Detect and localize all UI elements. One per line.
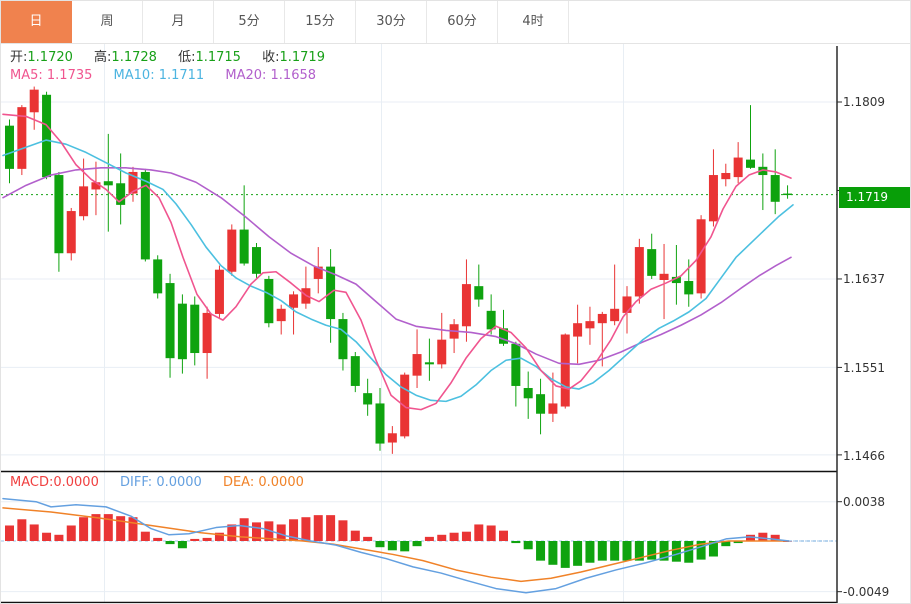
ma-readout: MA5: 1.1735 MA10: 1.1711 MA20: 1.1658 <box>10 68 333 83</box>
high-label: 高: <box>94 50 112 65</box>
last-price-badge: 1.1719 <box>839 187 910 208</box>
ma5-readout: MA5: 1.1735 <box>10 68 92 83</box>
tab-60min[interactable]: 60分 <box>427 1 498 43</box>
open-readout: 开:1.1720 <box>10 50 73 65</box>
tab-month[interactable]: 月 <box>143 1 214 43</box>
low-label: 低: <box>178 50 196 65</box>
ma20-value: 1.1658 <box>270 68 317 83</box>
ma5-label: MA5: <box>10 68 43 83</box>
price-axis-label: 1.1551 <box>843 361 885 375</box>
diff-value: 0.0000 <box>156 475 202 490</box>
macd-value-readout: MACD:0.0000 <box>10 475 99 490</box>
diff-value-readout: DIFF: 0.0000 <box>120 475 202 490</box>
tab-15min[interactable]: 15分 <box>285 1 356 43</box>
close-readout: 收:1.1719 <box>262 50 325 65</box>
price-axis-label: 1.1637 <box>843 272 885 286</box>
dea-value: 0.0000 <box>258 475 304 490</box>
price-axis-label: 1.1809 <box>843 95 885 109</box>
ma10-label: MA10: <box>113 68 155 83</box>
period-tabbar: 日 周 月 5分 15分 30分 60分 4时 <box>1 1 910 44</box>
open-label: 开: <box>10 50 28 65</box>
low-value: 1.1715 <box>195 50 241 65</box>
ohlc-readout: 开:1.1720 高:1.1728 低:1.1715 收:1.1719 <box>10 46 342 65</box>
dea-label: DEA: <box>222 475 255 490</box>
close-value: 1.1719 <box>279 50 325 65</box>
diff-label: DIFF: <box>120 475 153 490</box>
ma10-readout: MA10: 1.1711 <box>114 68 205 83</box>
open-value: 1.1720 <box>27 50 73 65</box>
dea-value-readout: DEA: 0.0000 <box>223 475 304 490</box>
high-value: 1.1728 <box>111 50 157 65</box>
chart-canvas[interactable] <box>1 1 911 604</box>
macd-axis-label: 0.0038 <box>843 495 885 509</box>
tab-week[interactable]: 周 <box>72 1 143 43</box>
ma20-readout: MA20: 1.1658 <box>225 68 316 83</box>
price-axis-label: 1.1466 <box>843 449 885 463</box>
macd-readout: MACD:0.0000 DIFF: 0.0000 DEA: 0.0000 <box>10 475 321 490</box>
tab-4hour[interactable]: 4时 <box>498 1 569 43</box>
ma10-value: 1.1711 <box>158 68 205 83</box>
high-readout: 高:1.1728 <box>94 50 157 65</box>
tab-5min[interactable]: 5分 <box>214 1 285 43</box>
ma5-value: 1.1735 <box>46 68 93 83</box>
tab-day[interactable]: 日 <box>1 1 72 43</box>
low-readout: 低:1.1715 <box>178 50 241 65</box>
macd-label: MACD: <box>10 475 54 490</box>
close-label: 收: <box>262 50 280 65</box>
ma20-label: MA20: <box>225 68 267 83</box>
kline-chart-app: 日 周 月 5分 15分 30分 60分 4时 开:1.1720 高:1.172… <box>0 0 911 604</box>
macd-value: 0.0000 <box>53 475 99 490</box>
macd-axis-label: -0.0049 <box>843 585 890 599</box>
tab-30min[interactable]: 30分 <box>356 1 427 43</box>
